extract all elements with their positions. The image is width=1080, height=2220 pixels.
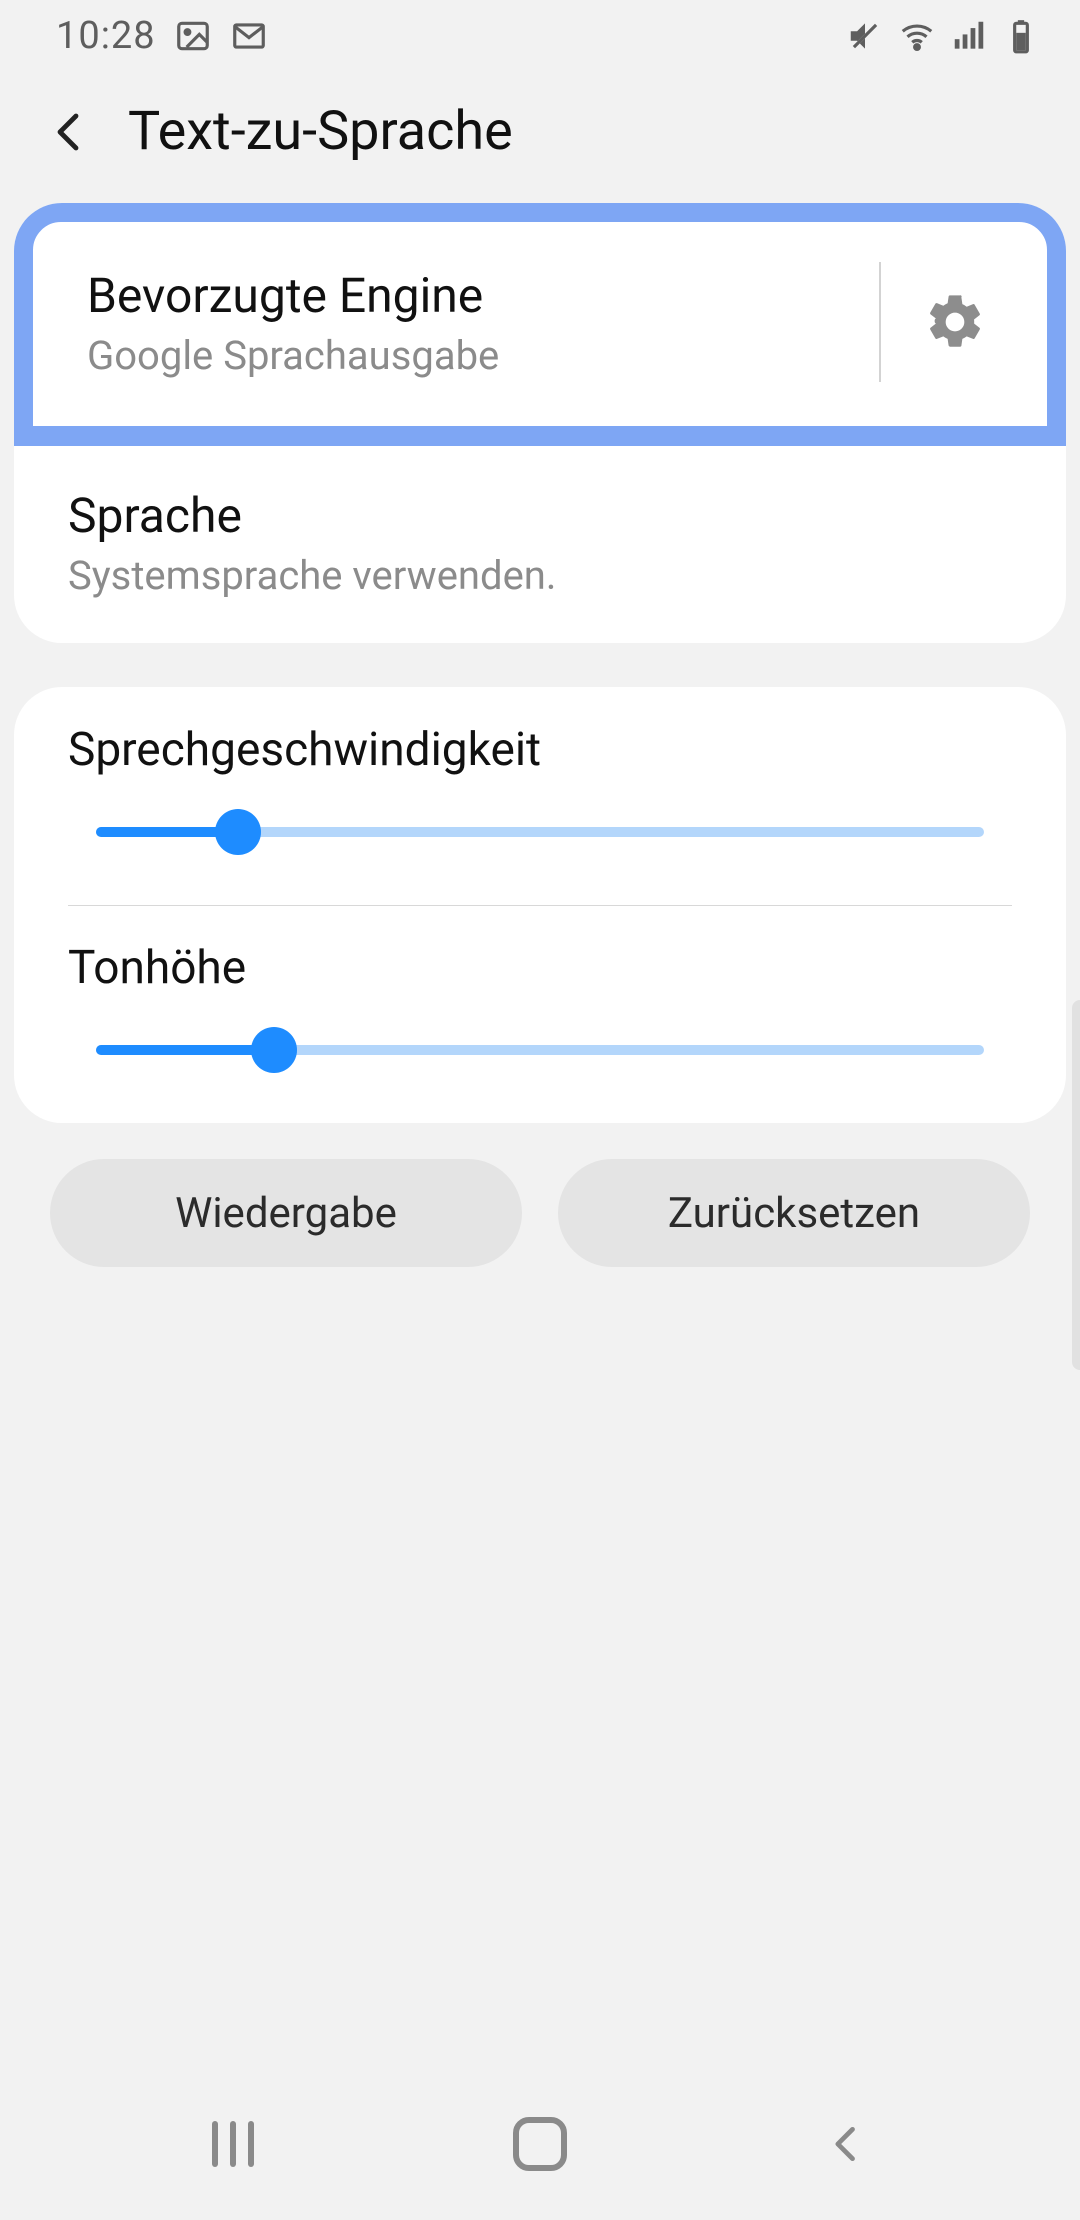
play-button[interactable]: Wiedergabe (50, 1159, 522, 1267)
highlighted-row: Bevorzugte Engine Google Sprachausgabe (14, 203, 1066, 446)
nav-home-button[interactable] (505, 2109, 575, 2179)
slider-thumb[interactable] (251, 1027, 297, 1073)
reset-button[interactable]: Zurücksetzen (558, 1159, 1030, 1267)
status-time: 10:28 (56, 14, 156, 58)
mute-icon (846, 17, 884, 55)
slider-fill (96, 1045, 274, 1055)
speech-rate-slider[interactable] (96, 811, 984, 853)
image-icon (174, 17, 212, 55)
reset-button-label: Zurücksetzen (668, 1189, 920, 1238)
slider-thumb[interactable] (215, 809, 261, 855)
play-button-label: Wiedergabe (175, 1189, 397, 1238)
pitch-slider[interactable] (96, 1029, 984, 1071)
battery-icon (1002, 17, 1040, 55)
home-icon (513, 2117, 567, 2171)
signal-icon (950, 17, 988, 55)
preferred-engine-subtitle: Google Sprachausgabe (87, 332, 855, 379)
recents-icon (212, 2121, 254, 2167)
nav-back-button[interactable] (812, 2109, 882, 2179)
language-title: Sprache (68, 486, 1012, 546)
page-title: Text-zu-Sprache (128, 100, 513, 163)
scroll-indicator (1072, 1000, 1080, 1370)
speech-rate-label: Sprechgeschwindigkeit (68, 723, 1012, 777)
engine-language-group: Bevorzugte Engine Google Sprachausgabe S… (14, 203, 1066, 643)
status-left: 10:28 (56, 14, 268, 58)
status-right (846, 17, 1040, 55)
navigation-bar (0, 2090, 1080, 2220)
preferred-engine-body: Bevorzugte Engine Google Sprachausgabe (87, 266, 855, 379)
language-subtitle: Systemsprache verwenden. (68, 552, 1012, 599)
preferred-engine-row[interactable]: Bevorzugte Engine Google Sprachausgabe (33, 222, 1047, 426)
pitch-row: Tonhöhe (14, 905, 1066, 1123)
speech-rate-row: Sprechgeschwindigkeit (14, 687, 1066, 905)
vertical-divider (879, 262, 881, 382)
language-row[interactable]: Sprache Systemsprache verwenden. (14, 446, 1066, 643)
back-button[interactable] (40, 102, 100, 162)
language-body: Sprache Systemsprache verwenden. (68, 486, 1012, 599)
wifi-icon (898, 17, 936, 55)
action-buttons: Wiedergabe Zurücksetzen (14, 1123, 1066, 1267)
chevron-left-icon (825, 2122, 869, 2166)
nav-recents-button[interactable] (198, 2109, 268, 2179)
status-bar: 10:28 (0, 0, 1080, 72)
sliders-group: Sprechgeschwindigkeit Tonhöhe (14, 687, 1066, 1123)
app-bar: Text-zu-Sprache (0, 72, 1080, 203)
engine-settings-button[interactable] (917, 284, 993, 360)
pitch-label: Tonhöhe (68, 941, 1012, 995)
preferred-engine-title: Bevorzugte Engine (87, 266, 855, 326)
mail-icon (230, 17, 268, 55)
